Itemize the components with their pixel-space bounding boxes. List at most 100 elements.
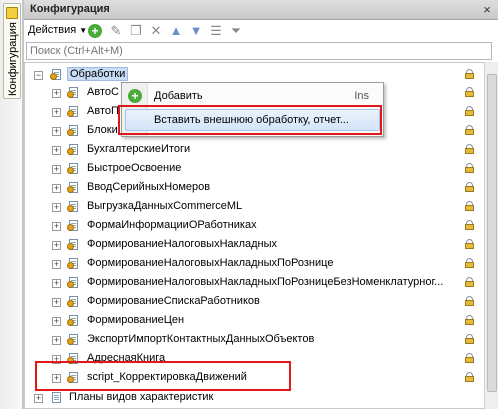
tree-node-label: Обработки — [67, 67, 129, 81]
tree-node-label: БухгалтерскиеИтоги — [87, 143, 191, 155]
menu-item-label: Добавить — [154, 90, 203, 102]
expand-icon[interactable]: + — [52, 317, 61, 326]
lock-icon — [465, 296, 474, 306]
scrollbar-thumb[interactable] — [487, 74, 497, 392]
lock-icon — [465, 144, 474, 154]
processing-icon — [67, 201, 80, 213]
tree-node-label: ФормированиеНалоговыхНакладных — [87, 238, 278, 250]
tree-node-processing-item[interactable]: + ФормированиеНалоговыхНакладных — [25, 236, 486, 254]
lock-icon — [465, 163, 474, 173]
expand-icon[interactable]: + — [52, 127, 61, 136]
expand-icon[interactable]: + — [52, 336, 61, 345]
tree-node-label: АвтоП — [87, 105, 119, 117]
window-title: Конфигурация — [30, 3, 110, 15]
lock-icon — [465, 201, 474, 211]
chevron-down-icon: ▼ — [79, 26, 88, 35]
expand-icon[interactable]: + — [52, 241, 61, 250]
collapse-icon[interactable]: − — [34, 71, 43, 80]
lock-icon — [465, 87, 474, 97]
expand-icon[interactable]: + — [52, 146, 61, 155]
move-up-icon[interactable]: ▲ — [168, 23, 184, 39]
tree-node-processing-item[interactable]: + ВыгрузкаДанныхCommerceML — [25, 198, 486, 216]
expand-icon[interactable]: + — [52, 203, 61, 212]
tree-node-label: Планы видов характеристик — [69, 391, 214, 403]
tree-node-processing-item[interactable]: + БухгалтерскиеИтоги — [25, 141, 486, 159]
tree-node-label: ВыгрузкаДанныхCommerceML — [87, 200, 243, 212]
processing-icon — [67, 163, 80, 175]
expand-icon[interactable]: + — [52, 298, 61, 307]
lock-icon — [465, 353, 474, 363]
expand-icon[interactable]: + — [52, 89, 61, 98]
tree-node-label: ФормаИнформацииОРаботниках — [87, 219, 257, 231]
search-input[interactable] — [27, 43, 491, 59]
tree-node-processing-item[interactable]: + ФормированиеНалоговыхНакладныхПоРознице… — [25, 274, 486, 292]
tree-node-label: ЭкспортИмпортКонтактныхДанныхОбъектов — [87, 333, 315, 345]
configuration-side-tab[interactable]: Конфигурация — [3, 3, 21, 99]
processing-icon — [67, 315, 80, 327]
expand-icon[interactable]: + — [52, 184, 61, 193]
toolbar: Действия ▼ + ✎ ❐ ✕ ▲ ▼ ☰ ⏷ — [24, 20, 498, 42]
vertical-scrollbar[interactable] — [484, 62, 498, 409]
lock-icon — [465, 315, 474, 325]
processing-icon — [67, 277, 80, 289]
highlight-frame-script-node — [35, 361, 291, 391]
tree-node-processing-item[interactable]: + ЭкспортИмпортКонтактныхДанныхОбъектов — [25, 331, 486, 349]
tree-node-label: БыстроеОсвоение — [87, 162, 182, 174]
search-field[interactable] — [26, 42, 492, 60]
processing-icon — [67, 334, 80, 346]
processing-icon — [67, 125, 80, 137]
actions-label: Действия — [28, 24, 77, 36]
tree-node-label: ВводСерийныхНомеров — [87, 181, 211, 193]
menu-item-shortcut: Ins — [354, 90, 369, 102]
lock-icon — [465, 372, 474, 382]
tree-node-processing-item[interactable]: + ФормаИнформацииОРаботниках — [25, 217, 486, 235]
move-down-icon[interactable]: ▼ — [188, 23, 204, 39]
menu-item-add[interactable]: + Добавить Ins — [122, 85, 383, 107]
add-icon[interactable]: + — [88, 24, 102, 38]
lock-icon — [465, 239, 474, 249]
configuration-icon — [6, 7, 18, 19]
tree-node-label: Блоки — [87, 124, 118, 136]
expand-icon[interactable]: + — [52, 108, 61, 117]
tree-node-processing-item[interactable]: + ФормированиеСпискаРаботников — [25, 293, 486, 311]
close-icon[interactable]: × — [480, 3, 494, 17]
delete-icon[interactable]: ✕ — [148, 23, 164, 39]
copy-icon[interactable]: ❐ — [128, 23, 144, 39]
window-titlebar: Конфигурация × — [24, 0, 498, 20]
processing-icon — [67, 182, 80, 194]
expand-icon[interactable]: + — [34, 394, 43, 403]
tree-node-processing-item[interactable]: + ФормированиеЦен — [25, 312, 486, 330]
lock-icon — [465, 258, 474, 268]
lock-icon — [465, 106, 474, 116]
highlight-frame-insert-item — [118, 105, 382, 135]
processing-icon — [67, 258, 80, 270]
lock-icon — [465, 125, 474, 135]
filter-icon[interactable]: ⏷ — [228, 23, 244, 39]
configuration-side-tab-label: Конфигурация — [7, 22, 19, 96]
processing-icon — [67, 239, 80, 251]
lock-icon — [465, 69, 474, 79]
tree-node-label: АвтоС — [87, 86, 119, 98]
expand-icon[interactable]: + — [52, 165, 61, 174]
processing-icon — [67, 296, 80, 308]
lock-icon — [465, 277, 474, 287]
expand-icon[interactable]: + — [52, 222, 61, 231]
expand-icon[interactable]: + — [52, 260, 61, 269]
tree-node-processing-item[interactable]: + БыстроеОсвоение — [25, 160, 486, 178]
tree-node-label: ФормированиеЦен — [87, 314, 185, 326]
tree-node-processing-item[interactable]: + ВводСерийныхНомеров — [25, 179, 486, 197]
list-icon[interactable]: ☰ — [208, 23, 224, 39]
tree-node-label: ФормированиеНалоговыхНакладныхПоРознице — [87, 257, 334, 269]
processing-icon — [67, 144, 80, 156]
edit-icon[interactable]: ✎ — [108, 23, 124, 39]
characteristic-types-icon — [50, 392, 63, 404]
expand-icon[interactable]: + — [52, 279, 61, 288]
tree-node-characteristic-types[interactable]: + Планы видов характеристик — [25, 389, 486, 407]
lock-icon — [465, 182, 474, 192]
processing-icon — [50, 69, 63, 81]
actions-menu-button[interactable]: Действия ▼ — [28, 24, 87, 36]
tree-node-label: ФормированиеНалоговыхНакладныхПоРозницеБ… — [87, 276, 444, 288]
add-icon: + — [128, 89, 142, 103]
tree-node-processing-item[interactable]: + ФормированиеНалоговыхНакладныхПоРознице — [25, 255, 486, 273]
side-panel: Конфигурация — [0, 0, 23, 409]
